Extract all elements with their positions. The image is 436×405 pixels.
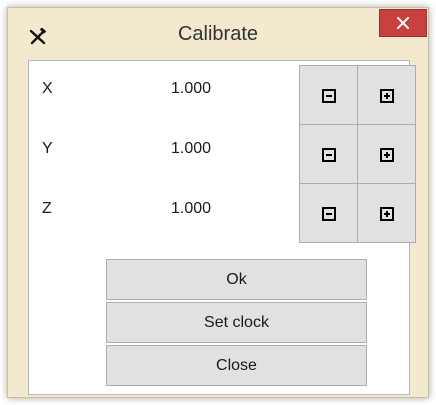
y-decrement-button[interactable]	[299, 124, 358, 184]
calibrate-panel: X 1.000 Y 1.000 Z 1.000 Ok Set clock Clo…	[28, 60, 416, 395]
window-title: Calibrate	[177, 23, 259, 45]
z-label: Z	[42, 200, 52, 217]
y-label: Y	[42, 140, 53, 157]
title-bar[interactable]: Calibrate	[8, 8, 428, 58]
plus-box-icon	[380, 148, 394, 162]
z-value: 1.000	[171, 200, 212, 217]
close-icon	[397, 17, 409, 29]
minus-box-icon	[322, 89, 336, 103]
plus-box-icon	[380, 89, 394, 103]
close-window-button[interactable]	[379, 9, 427, 37]
x-value: 1.000	[171, 80, 212, 97]
minus-box-icon	[322, 148, 336, 162]
close-button[interactable]: Close	[106, 345, 367, 386]
x-label: X	[42, 80, 53, 97]
calibrate-window: Calibrate X 1.000 Y 1.000 Z 1.000 Ok Set…	[7, 7, 429, 398]
minus-box-icon	[322, 207, 336, 221]
y-increment-button[interactable]	[357, 124, 416, 184]
set-clock-button[interactable]: Set clock	[106, 302, 367, 343]
plus-box-icon	[380, 207, 394, 221]
z-increment-button[interactable]	[357, 183, 416, 243]
x-increment-button[interactable]	[357, 65, 416, 125]
z-decrement-button[interactable]	[299, 183, 358, 243]
ok-button[interactable]: Ok	[106, 259, 367, 300]
x-decrement-button[interactable]	[299, 65, 358, 125]
y-value: 1.000	[171, 140, 212, 157]
